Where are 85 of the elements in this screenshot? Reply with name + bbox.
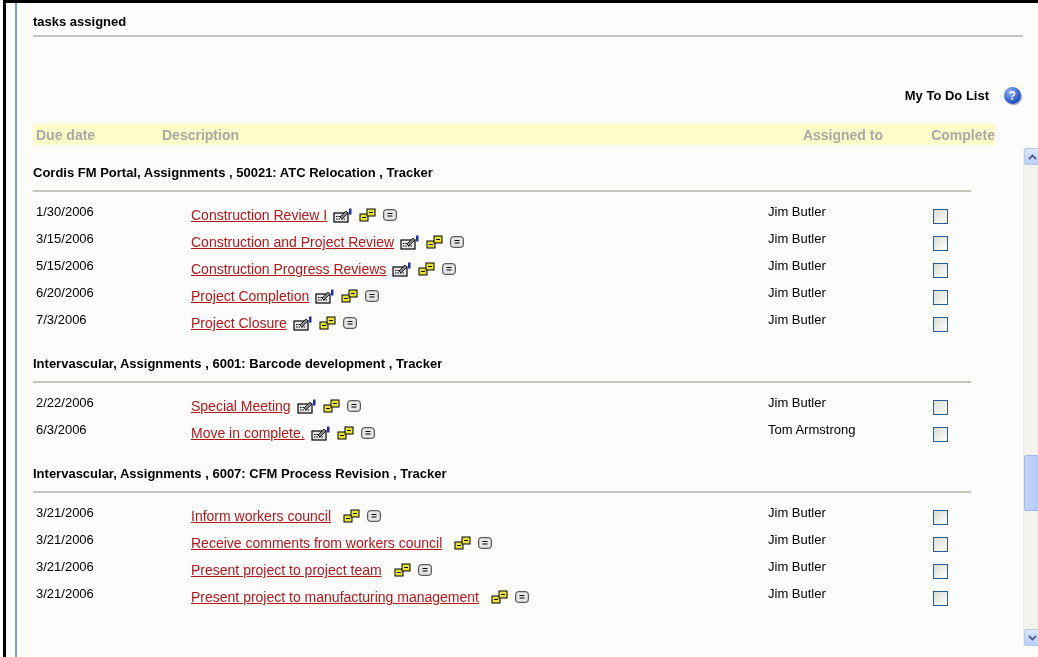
list-title: My To Do List bbox=[904, 88, 989, 103]
task-link[interactable]: Move in complete. bbox=[191, 425, 305, 441]
note-icon[interactable] bbox=[417, 564, 432, 576]
scroll-down-button[interactable] bbox=[1024, 629, 1038, 646]
due-date: 6/3/2006 bbox=[35, 421, 88, 437]
assignee: Jim Butler bbox=[768, 394, 827, 410]
due-date: 1/30/2006 bbox=[35, 203, 95, 219]
task-link[interactable]: Construction Progress Reviews bbox=[191, 261, 387, 277]
complete-checkbox[interactable] bbox=[933, 591, 948, 606]
note-icon[interactable] bbox=[442, 263, 457, 275]
assignee: Jim Butler bbox=[768, 230, 827, 246]
assignee: Jim Butler bbox=[768, 558, 827, 574]
form-edit-icon[interactable] bbox=[315, 288, 336, 304]
form-edit-icon[interactable] bbox=[296, 398, 317, 414]
note-icon[interactable] bbox=[360, 427, 375, 439]
note-icon[interactable] bbox=[346, 400, 361, 412]
due-date: 3/21/2006 bbox=[35, 531, 95, 547]
linked-boxes-icon[interactable] bbox=[426, 235, 445, 249]
task-link[interactable]: Construction and Project Review bbox=[191, 234, 395, 250]
assignee: Jim Butler bbox=[768, 257, 827, 273]
note-icon[interactable] bbox=[365, 290, 380, 302]
linked-boxes-icon[interactable] bbox=[341, 289, 360, 303]
assignee: Jim Butler bbox=[768, 531, 827, 547]
task-link[interactable]: Project Completion bbox=[191, 288, 310, 304]
note-icon[interactable] bbox=[478, 537, 493, 549]
due-date: 3/15/2006 bbox=[35, 230, 95, 246]
complete-checkbox[interactable] bbox=[933, 400, 948, 415]
due-date: 7/3/2006 bbox=[35, 311, 88, 327]
linked-boxes-icon[interactable] bbox=[418, 262, 437, 276]
task-link[interactable]: Construction Review I bbox=[191, 207, 328, 223]
table-header: Due date Description Assigned to Complete bbox=[33, 124, 995, 145]
assignee: Tom Armstrong bbox=[768, 421, 857, 437]
linked-boxes-icon[interactable] bbox=[490, 590, 509, 604]
note-icon[interactable] bbox=[383, 209, 398, 221]
complete-checkbox[interactable] bbox=[933, 290, 948, 305]
panel-title: tasks assigned bbox=[33, 13, 128, 31]
due-date: 6/20/2006 bbox=[35, 284, 95, 300]
form-edit-icon[interactable] bbox=[310, 425, 331, 441]
linked-boxes-icon[interactable] bbox=[454, 536, 473, 550]
note-icon[interactable] bbox=[450, 236, 465, 248]
caret-up-icon bbox=[1028, 153, 1037, 160]
due-date: 5/15/2006 bbox=[35, 257, 95, 273]
note-icon[interactable] bbox=[514, 591, 529, 603]
note-icon[interactable] bbox=[367, 510, 382, 522]
group-title: Intervascular, Assignments , 6001: Barcode development , Tracker bbox=[33, 356, 444, 373]
scrollbar[interactable] bbox=[1023, 148, 1038, 646]
assignee: Jim Butler bbox=[768, 504, 827, 520]
complete-checkbox[interactable] bbox=[933, 263, 948, 278]
due-date: 3/21/2006 bbox=[35, 504, 95, 520]
group-title: Cordis FM Portal, Assignments , 50021: ATC Relocation , Tracker bbox=[33, 165, 434, 182]
group-title: Intervascular, Assignments , 6007: CFM Process Revision , Tracker bbox=[33, 466, 448, 483]
complete-checkbox[interactable] bbox=[933, 317, 948, 332]
complete-checkbox[interactable] bbox=[933, 427, 948, 442]
form-edit-icon[interactable] bbox=[392, 261, 413, 277]
task-link[interactable]: Project Closure bbox=[191, 315, 287, 331]
linked-boxes-icon[interactable] bbox=[322, 399, 341, 413]
task-link[interactable]: Special Meeting bbox=[191, 398, 291, 414]
caret-down-icon bbox=[1028, 634, 1037, 641]
assignee: Jim Butler bbox=[768, 203, 827, 219]
task-link[interactable]: Present project to project team bbox=[191, 562, 382, 578]
complete-checkbox[interactable] bbox=[933, 537, 948, 552]
linked-boxes-icon[interactable] bbox=[343, 509, 362, 523]
note-icon[interactable] bbox=[342, 317, 357, 329]
complete-checkbox[interactable] bbox=[933, 564, 948, 579]
task-link[interactable]: Inform workers council bbox=[191, 508, 332, 524]
linked-boxes-icon[interactable] bbox=[359, 208, 378, 222]
linked-boxes-icon[interactable] bbox=[336, 426, 355, 440]
form-edit-icon[interactable] bbox=[400, 234, 421, 250]
assignee: Jim Butler bbox=[768, 585, 827, 601]
complete-checkbox[interactable] bbox=[933, 510, 948, 525]
due-date: 3/21/2006 bbox=[35, 585, 95, 601]
form-edit-icon[interactable] bbox=[333, 207, 354, 223]
scroll-thumb[interactable] bbox=[1024, 455, 1038, 511]
task-link[interactable]: Present project to manufacturing management bbox=[191, 589, 479, 605]
form-edit-icon[interactable] bbox=[292, 315, 313, 331]
due-date: 3/21/2006 bbox=[35, 558, 95, 574]
complete-checkbox[interactable] bbox=[933, 209, 948, 224]
complete-checkbox[interactable] bbox=[933, 236, 948, 251]
assignee: Jim Butler bbox=[768, 284, 827, 300]
linked-boxes-icon[interactable] bbox=[393, 563, 412, 577]
scroll-up-button[interactable] bbox=[1024, 148, 1038, 165]
task-link[interactable]: Receive comments from workers council bbox=[191, 535, 443, 551]
due-date: 2/22/2006 bbox=[35, 394, 95, 410]
linked-boxes-icon[interactable] bbox=[318, 316, 337, 330]
assignee: Jim Butler bbox=[768, 311, 827, 327]
